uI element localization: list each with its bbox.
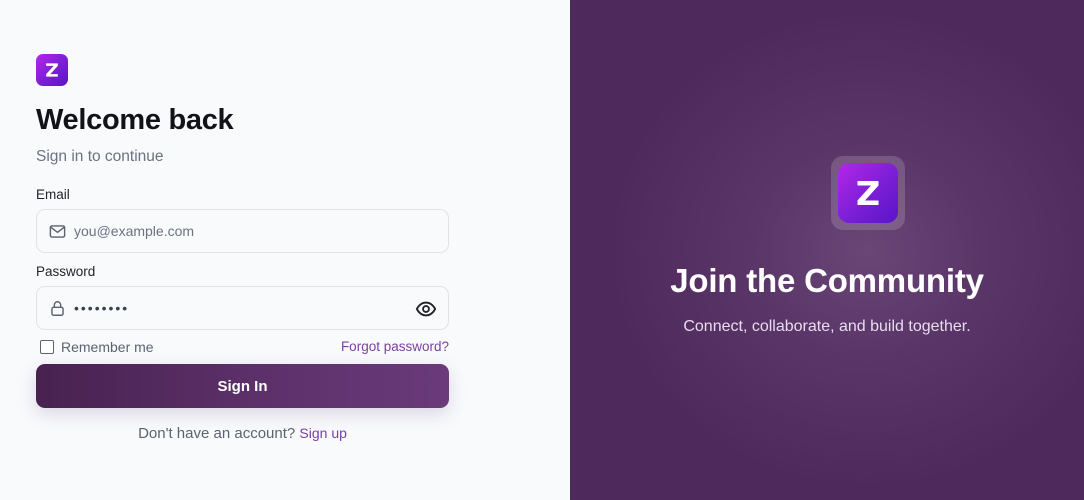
signup-prompt: Don't have an account? Sign up — [0, 425, 485, 442]
lock-icon — [51, 301, 64, 316]
page-subtitle: Sign in to continue — [36, 148, 164, 165]
email-label: Email — [36, 187, 70, 202]
promo-subtitle: Connect, collaborate, and build together… — [683, 318, 971, 335]
promo-title: Join the Community — [670, 262, 984, 299]
password-input[interactable] — [74, 287, 404, 329]
password-label: Password — [36, 264, 96, 279]
password-field-container — [36, 286, 449, 330]
brand-logo — [36, 54, 68, 86]
promo-logo — [838, 163, 898, 223]
z-logo-icon — [46, 63, 58, 77]
no-account-text: Don't have an account? — [138, 425, 296, 442]
z-logo-icon — [857, 181, 879, 205]
remember-me[interactable]: Remember me — [40, 339, 154, 355]
email-field-container — [36, 209, 449, 253]
mail-icon — [49, 225, 66, 238]
promo-panel: Join the Community Connect, collaborate,… — [570, 0, 1084, 500]
sign-in-button[interactable]: Sign In — [36, 364, 449, 408]
forgot-password-link[interactable]: Forgot password? — [341, 339, 449, 354]
sign-up-link[interactable]: Sign up — [299, 425, 346, 441]
eye-icon[interactable] — [415, 298, 437, 320]
login-panel: Welcome back Sign in to continue Email P… — [0, 0, 570, 500]
page-title: Welcome back — [36, 104, 234, 136]
remember-label: Remember me — [61, 339, 154, 355]
promo-logo-frame — [831, 156, 905, 230]
email-input[interactable] — [74, 210, 404, 252]
remember-checkbox[interactable] — [40, 340, 54, 354]
